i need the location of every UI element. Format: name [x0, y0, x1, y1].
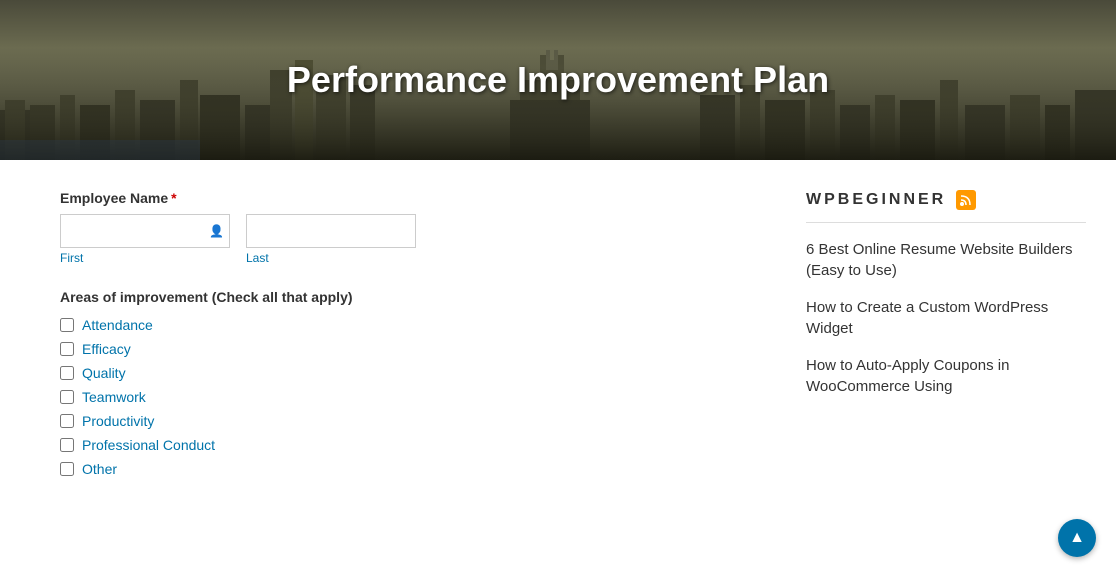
checkbox-item: Attendance — [60, 317, 766, 333]
sidebar-link-item: How to Create a Custom WordPress Widget — [806, 297, 1086, 339]
scroll-to-top-button[interactable]: ▲ — [1058, 519, 1096, 557]
person-icon: 👤 — [209, 224, 224, 238]
sidebar-link-2[interactable]: How to Auto-Apply Coupons in WooCommerce… — [806, 357, 1009, 395]
checkbox-quality[interactable] — [60, 366, 74, 380]
form-area: Employee Name* 👤 First Last Areas of imp… — [20, 190, 766, 477]
checkbox-label-attendance[interactable]: Attendance — [82, 317, 153, 333]
first-name-input[interactable] — [60, 214, 230, 248]
first-label: First — [60, 251, 230, 265]
sidebar-header: WPBEGINNER — [806, 190, 1086, 223]
hero-banner: Performance Improvement Plan — [0, 0, 1116, 160]
main-content: Employee Name* 👤 First Last Areas of imp… — [0, 160, 1116, 507]
checkbox-label-teamwork[interactable]: Teamwork — [82, 389, 146, 405]
sidebar-link-item: How to Auto-Apply Coupons in WooCommerce… — [806, 355, 1086, 397]
checkbox-item: Professional Conduct — [60, 437, 766, 453]
sidebar-brand: WPBEGINNER — [806, 191, 946, 209]
checkbox-item: Teamwork — [60, 389, 766, 405]
checkbox-item: Efficacy — [60, 341, 766, 357]
hero-title: Performance Improvement Plan — [287, 59, 829, 101]
checkbox-attendance[interactable] — [60, 318, 74, 332]
checkbox-list: Attendance Efficacy Quality Teamwork Product… — [60, 317, 766, 477]
last-name-input[interactable] — [246, 214, 416, 248]
checkbox-teamwork[interactable] — [60, 390, 74, 404]
name-fields: 👤 First Last — [60, 214, 766, 265]
checkbox-item: Quality — [60, 365, 766, 381]
sidebar-link-0[interactable]: 6 Best Online Resume Website Builders (E… — [806, 241, 1073, 279]
last-name-wrap: Last — [246, 214, 416, 265]
checkbox-item: Productivity — [60, 413, 766, 429]
checkbox-other[interactable] — [60, 462, 74, 476]
areas-label: Areas of improvement (Check all that app… — [60, 289, 766, 305]
employee-name-label: Employee Name* — [60, 190, 766, 206]
checkbox-label-other[interactable]: Other — [82, 461, 117, 477]
checkbox-item: Other — [60, 461, 766, 477]
checkbox-label-quality[interactable]: Quality — [82, 365, 126, 381]
sidebar-link-1[interactable]: How to Create a Custom WordPress Widget — [806, 299, 1048, 337]
sidebar-links: 6 Best Online Resume Website Builders (E… — [806, 239, 1086, 397]
first-input-wrap: 👤 — [60, 214, 230, 248]
first-name-wrap: 👤 First — [60, 214, 230, 265]
checkbox-productivity[interactable] — [60, 414, 74, 428]
checkbox-professional-conduct[interactable] — [60, 438, 74, 452]
checkbox-efficacy[interactable] — [60, 342, 74, 356]
chevron-up-icon: ▲ — [1069, 529, 1085, 547]
sidebar: WPBEGINNER 6 Best Online Resume Website … — [806, 190, 1096, 477]
checkbox-label-efficacy[interactable]: Efficacy — [82, 341, 131, 357]
rss-icon[interactable] — [956, 190, 976, 210]
sidebar-link-item: 6 Best Online Resume Website Builders (E… — [806, 239, 1086, 281]
checkbox-label-productivity[interactable]: Productivity — [82, 413, 154, 429]
checkbox-label-professional-conduct[interactable]: Professional Conduct — [82, 437, 215, 453]
last-label: Last — [246, 251, 416, 265]
